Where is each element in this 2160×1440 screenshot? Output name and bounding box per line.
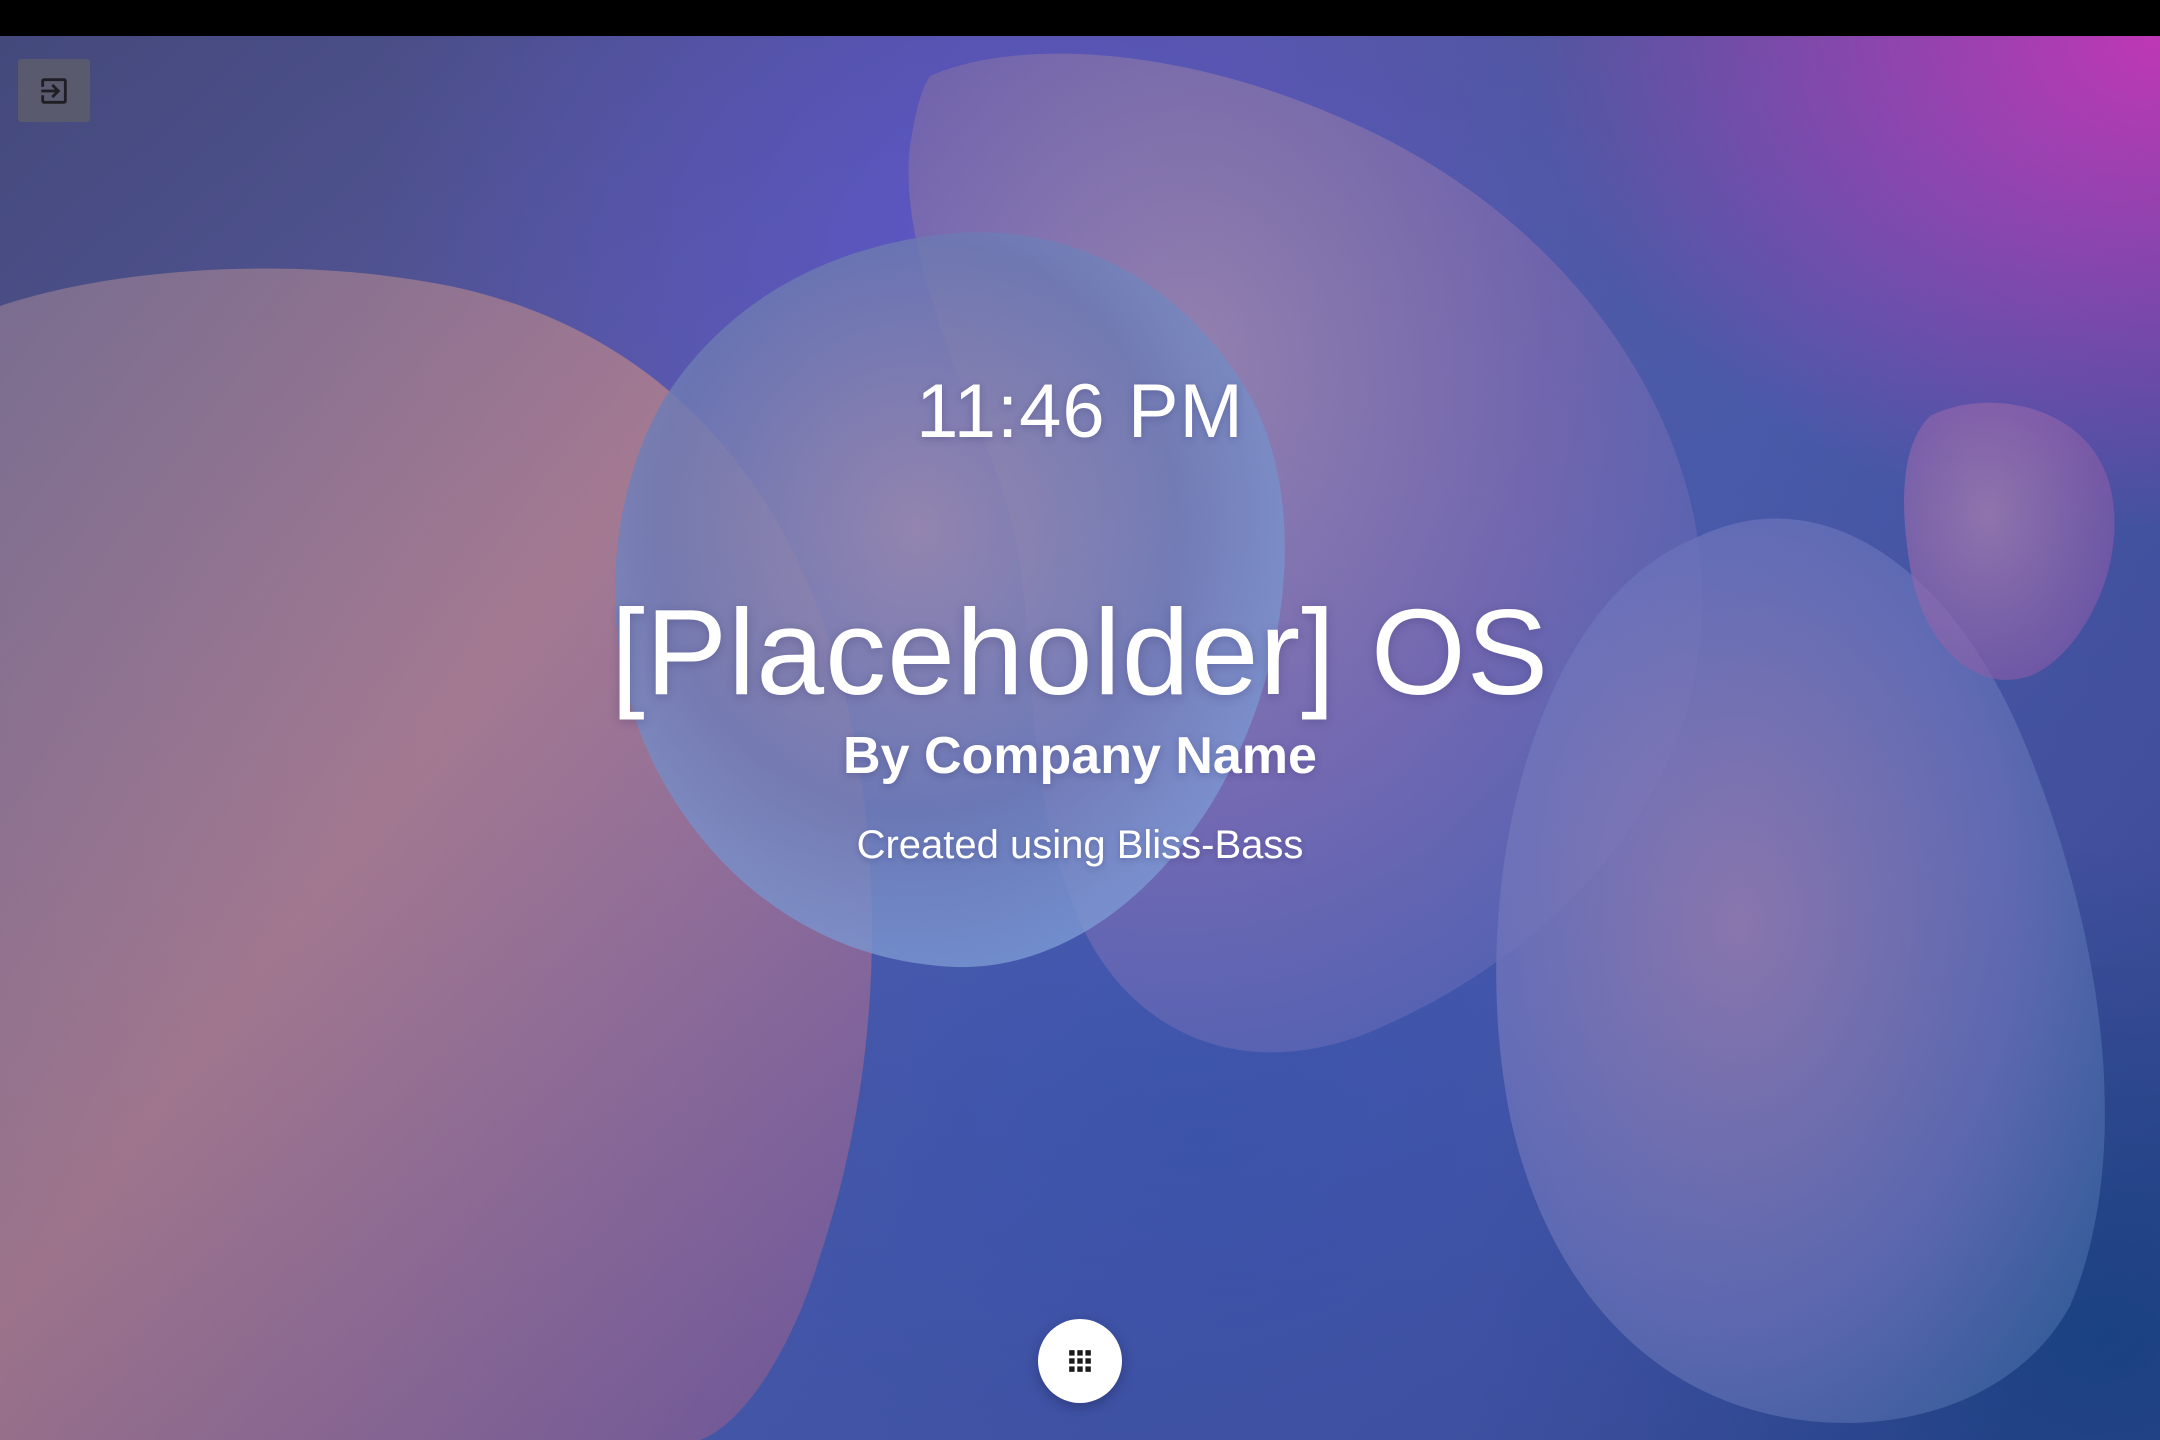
home-screen: 11:46 PM [Placeholder] OS By Company Nam… [0, 0, 2160, 1440]
status-bar [0, 0, 2160, 36]
app-drawer-button[interactable] [1038, 1319, 1122, 1403]
created-with-text: Created using Bliss-Bass [856, 823, 1304, 867]
apps-grid-icon [1069, 1350, 1091, 1372]
os-title: [Placeholder] OS [610, 584, 1550, 720]
exit-to-app-icon [41, 77, 67, 104]
company-name: By Company Name [843, 727, 1317, 785]
exit-button[interactable] [18, 59, 90, 122]
lock-clock: 11:46 PM [916, 369, 1244, 454]
